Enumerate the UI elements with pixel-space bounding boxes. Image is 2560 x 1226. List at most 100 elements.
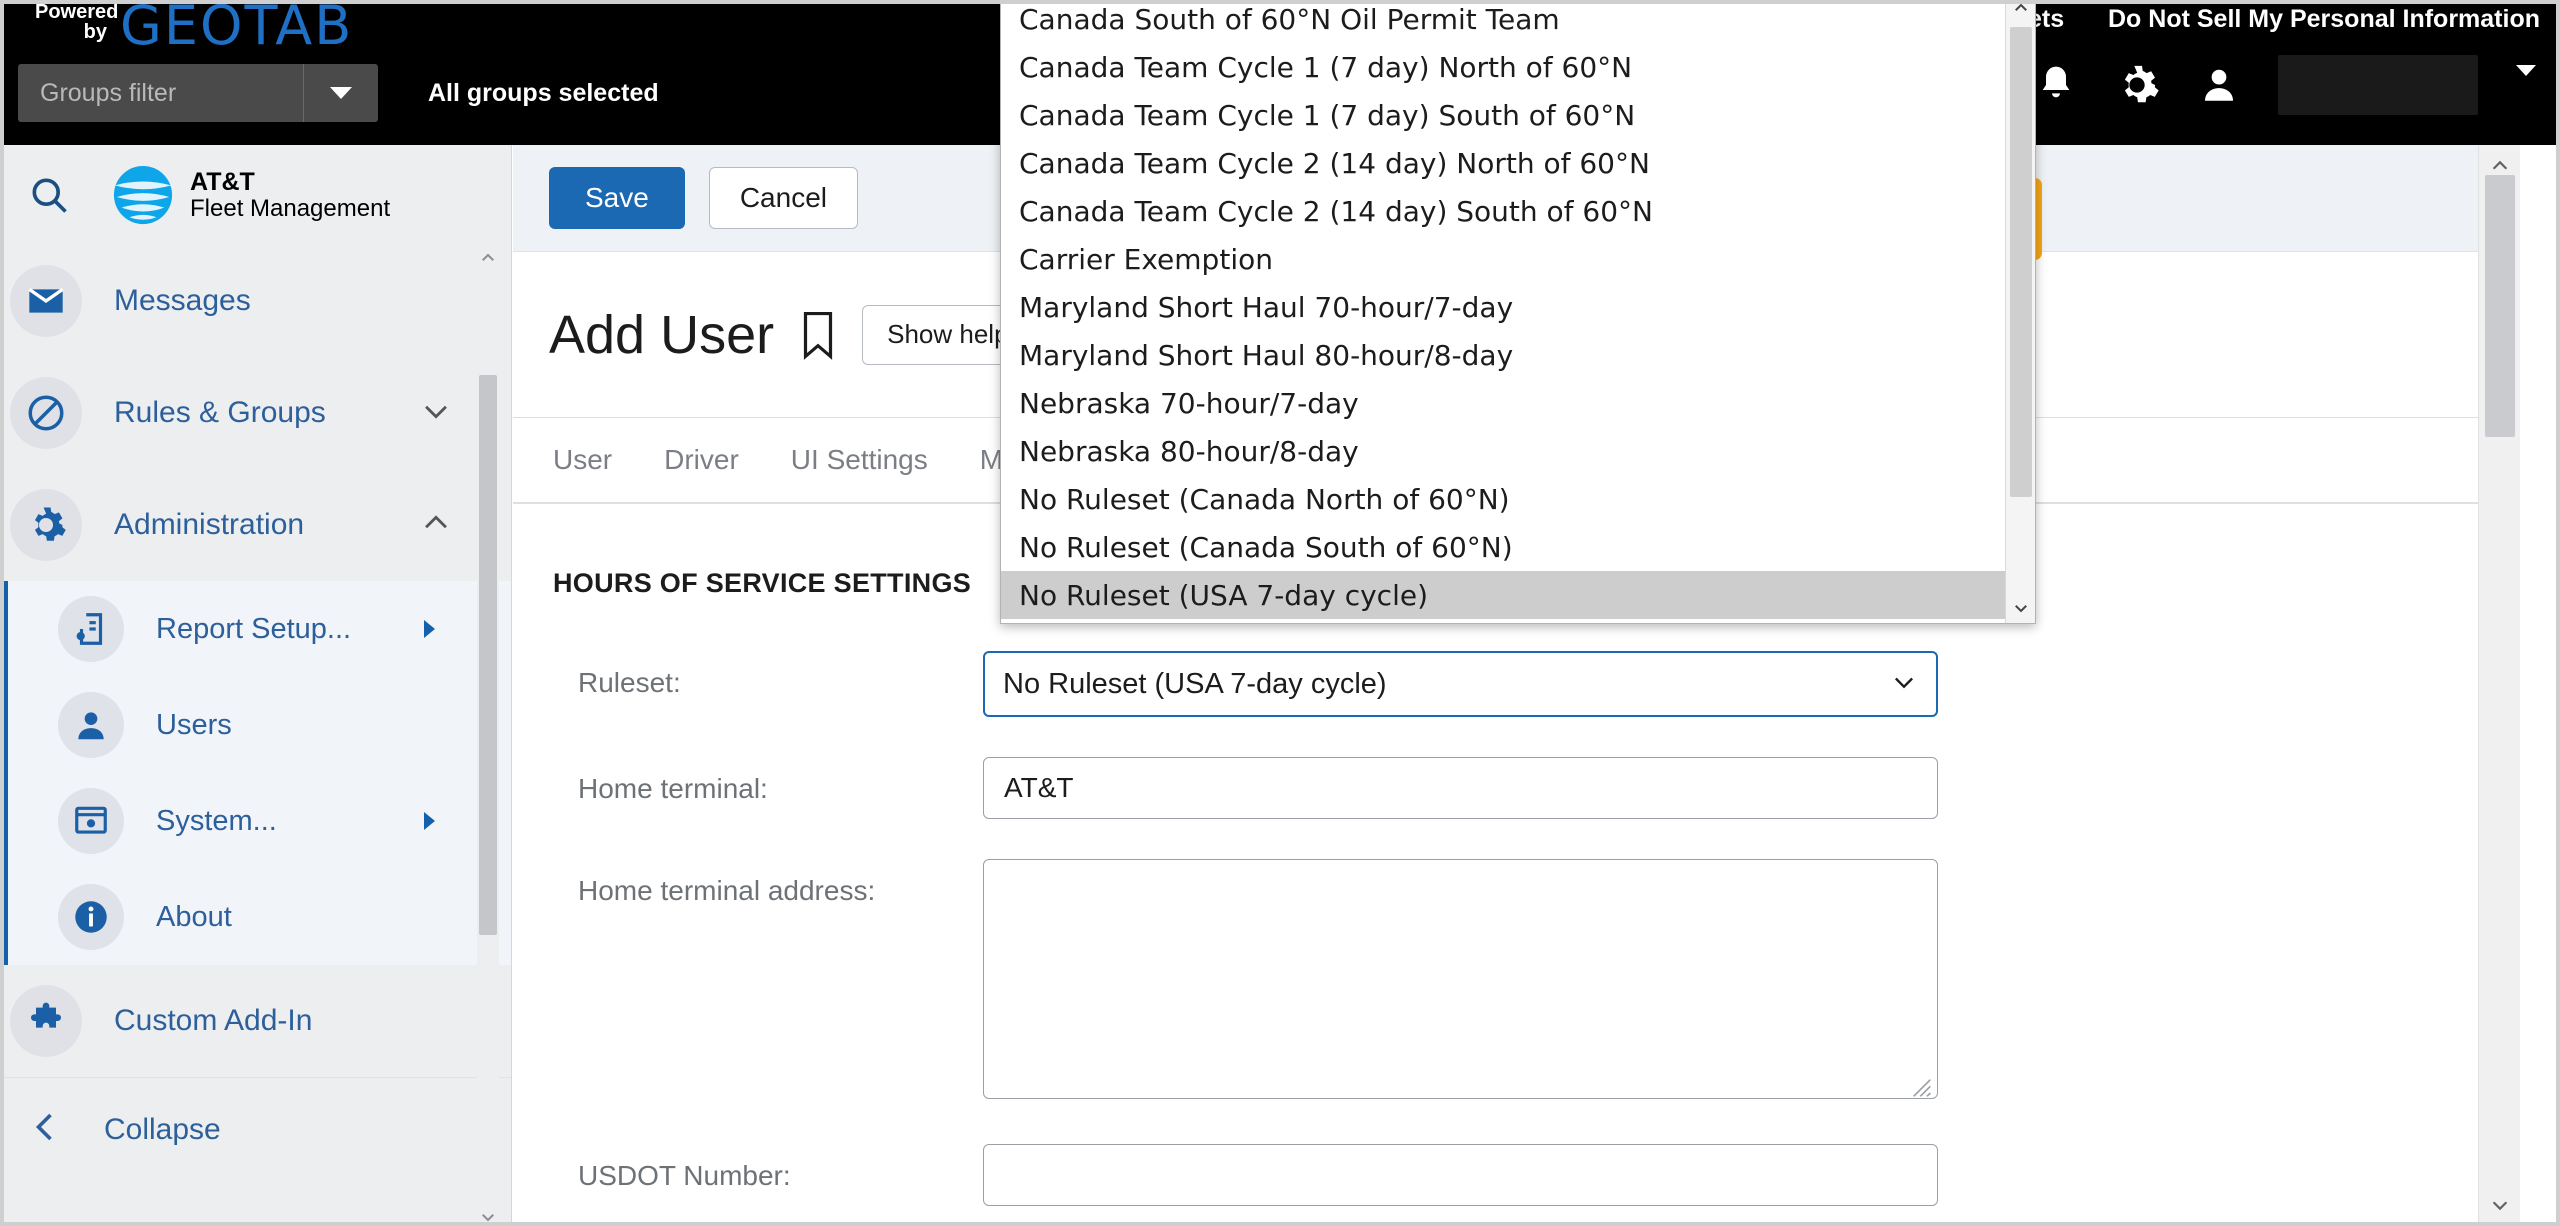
sidebar-item-label: Users (156, 708, 232, 741)
all-groups-selected-label: All groups selected (428, 79, 659, 107)
user-icon[interactable] (2198, 62, 2240, 108)
ruleset-selected-value: No Ruleset (USA 7-day cycle) (1003, 667, 1387, 700)
home-terminal-label: Home terminal: (578, 773, 768, 804)
gear-icon[interactable] (2114, 62, 2160, 108)
main-scrollbar-down-arrow[interactable] (2479, 1184, 2520, 1226)
ruleset-option[interactable]: Canada Team Cycle 2 (14 day) South of 60… (1001, 187, 2005, 235)
sidebar-item-messages[interactable]: Messages (0, 245, 511, 357)
chevron-right-icon[interactable] (424, 812, 435, 830)
ruleset-option[interactable]: Maryland Short Haul 70-hour/7-day (1001, 283, 2005, 331)
sidebar: AT&T Fleet Management Messages Rules & G… (0, 145, 512, 1226)
ruleset-option[interactable]: Carrier Exemption (1001, 235, 2005, 283)
ruleset-select[interactable]: No Ruleset (USA 7-day cycle) (983, 651, 1938, 717)
save-button[interactable]: Save (549, 167, 685, 229)
sidebar-item-rules-groups[interactable]: Rules & Groups (0, 357, 511, 469)
ruleset-option-selected[interactable]: No Ruleset (USA 7-day cycle) (1001, 571, 2005, 619)
ruleset-option[interactable]: Canada South of 60°N Oil Permit Team (1001, 0, 2005, 43)
ruleset-option[interactable]: Nebraska 80-hour/8-day (1001, 427, 2005, 475)
home-terminal-address-textarea[interactable] (983, 859, 1938, 1099)
powered-by-text: Powered by (35, 2, 118, 42)
chevron-down-icon[interactable] (419, 394, 453, 433)
do-not-sell-link[interactable]: Do Not Sell My Personal Information (2108, 5, 2540, 34)
bookmark-icon[interactable] (796, 310, 840, 360)
ruleset-dropdown-list[interactable]: Canada South of 60°N Oil Permit Team Can… (1000, 0, 2036, 624)
field-row-home-terminal-address: Home terminal address: (553, 859, 2520, 1104)
sidebar-item-label: System... (156, 804, 277, 837)
groups-filter-dropdown[interactable]: Groups filter (18, 64, 378, 122)
user-icon (58, 692, 124, 758)
scrollbar-down-arrow[interactable] (477, 1204, 499, 1226)
sidebar-item-custom-addin[interactable]: Custom Add-In (0, 965, 511, 1077)
sidebar-collapse-label: Collapse (104, 1112, 221, 1146)
ruleset-option-list: Canada South of 60°N Oil Permit Team Can… (1001, 0, 2005, 623)
sidebar-item-administration[interactable]: Administration (0, 469, 511, 581)
report-setup-icon (58, 596, 124, 662)
sidebar-item-system[interactable]: System... (8, 773, 511, 869)
field-row-home-terminal: Home terminal: (553, 757, 2520, 819)
powered-word: Powered (35, 1, 119, 23)
sidebar-item-users[interactable]: Users (8, 677, 511, 773)
tab-user[interactable]: User (553, 444, 612, 476)
ruleset-option[interactable]: No Ruleset (Canada South of 60°N) (1001, 523, 2005, 571)
resize-grip-icon[interactable] (1912, 1078, 1932, 1098)
info-icon (58, 884, 124, 950)
chevron-down-icon[interactable] (303, 64, 378, 122)
puzzle-icon (10, 985, 82, 1057)
chevron-down-icon (1890, 668, 1918, 701)
scrollbar-up-arrow[interactable] (477, 245, 499, 271)
main-scrollbar[interactable] (2478, 145, 2520, 1226)
sidebar-item-report-setup[interactable]: Report Setup... (8, 581, 511, 677)
dropdown-scroll-down-arrow[interactable] (2006, 593, 2036, 623)
sidebar-nav: Messages Rules & Groups Administration R… (0, 245, 511, 1077)
search-icon[interactable] (10, 173, 88, 217)
dropdown-scrollbar[interactable] (2005, 0, 2035, 623)
dropdown-scroll-up-arrow[interactable] (2006, 0, 2036, 23)
tab-driver[interactable]: Driver (664, 444, 739, 476)
sidebar-scrollbar[interactable] (477, 245, 499, 1226)
sidebar-item-label: Administration (114, 508, 305, 541)
sidebar-item-label: Report Setup... (156, 612, 352, 645)
sidebar-item-about[interactable]: About (8, 869, 511, 965)
ruleset-option[interactable]: No Ruleset (Canada North of 60°N) (1001, 475, 2005, 523)
system-icon (58, 788, 124, 854)
geotab-logo: GEOTAB (120, 0, 354, 57)
ruleset-option[interactable]: Canada Team Cycle 1 (7 day) South of 60°… (1001, 91, 2005, 139)
ruleset-option[interactable]: Maryland Short Haul 80-hour/8-day (1001, 331, 2005, 379)
ruleset-option[interactable]: Nebraska 70-hour/7-day (1001, 379, 2005, 427)
usdot-label: USDOT Number: (578, 1160, 791, 1191)
dropdown-scrollbar-thumb[interactable] (2010, 27, 2032, 497)
username-redacted (2278, 55, 2478, 115)
cancel-button[interactable]: Cancel (708, 167, 858, 229)
sidebar-item-label: Custom Add-In (114, 1004, 313, 1037)
att-logo-text: AT&T Fleet Management (190, 168, 390, 223)
field-row-usdot: USDOT Number: (553, 1144, 2520, 1206)
page-title: Add User (549, 304, 775, 365)
ruleset-label: Ruleset: (578, 667, 681, 698)
sidebar-item-label: About (156, 900, 232, 933)
home-terminal-input[interactable] (983, 757, 1938, 819)
field-row-ruleset: Ruleset: No Ruleset (USA 7-day cycle) (553, 651, 2520, 717)
tab-ui-settings[interactable]: UI Settings (791, 444, 928, 476)
chevron-down-icon[interactable] (2516, 65, 2536, 94)
ruleset-option[interactable]: Canada Team Cycle 2 (14 day) North of 60… (1001, 139, 2005, 187)
att-logo-line2: Fleet Management (190, 194, 391, 222)
sidebar-administration-submenu: Report Setup... Users System... About (0, 581, 511, 965)
chevron-right-icon[interactable] (424, 620, 435, 638)
sidebar-item-label: Rules & Groups (114, 396, 326, 429)
envelope-icon (10, 265, 82, 337)
bell-icon[interactable] (2036, 63, 2076, 107)
topbar-icon-group (2036, 55, 2536, 115)
gear-icon (10, 489, 82, 561)
prohibited-icon (10, 377, 82, 449)
att-logo-line1: AT&T (190, 167, 255, 196)
sidebar-collapse-button[interactable]: Collapse (0, 1077, 511, 1181)
scrollbar-thumb[interactable] (479, 375, 497, 935)
att-globe-icon (113, 165, 173, 225)
usdot-input[interactable] (983, 1144, 1938, 1206)
sidebar-header: AT&T Fleet Management (0, 145, 511, 245)
chevron-up-icon[interactable] (419, 506, 453, 545)
chevron-left-icon (28, 1109, 64, 1150)
groups-filter-placeholder: Groups filter (40, 78, 177, 107)
ruleset-option[interactable]: Canada Team Cycle 1 (7 day) North of 60°… (1001, 43, 2005, 91)
main-scrollbar-thumb[interactable] (2485, 175, 2515, 437)
